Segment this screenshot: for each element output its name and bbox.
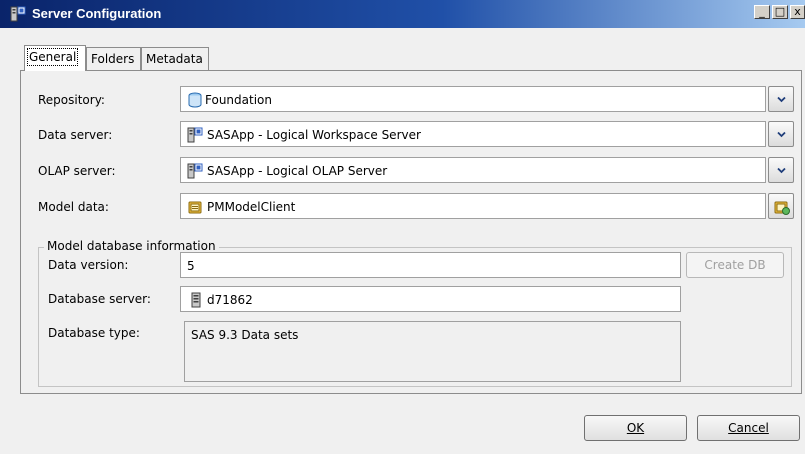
olap-server-dropdown-button[interactable] — [768, 157, 794, 183]
data-server-value: SASApp - Logical Workspace Server — [207, 128, 421, 142]
model-icon — [188, 201, 202, 214]
browse-model-button[interactable] — [768, 193, 794, 219]
chevron-down-icon — [777, 96, 786, 103]
database-type-label: Database type: — [48, 326, 140, 340]
database-server-label: Database server: — [48, 292, 151, 306]
database-server-value: d71862 — [207, 293, 253, 307]
minimize-button[interactable]: _ — [754, 5, 770, 19]
database-icon — [188, 92, 202, 108]
chevron-down-icon — [777, 131, 786, 138]
window-title: Server Configuration — [32, 6, 162, 21]
server-icon — [187, 163, 203, 179]
browse-model-icon — [774, 201, 790, 215]
model-data-label: Model data: — [38, 200, 109, 214]
data-server-dropdown-button[interactable] — [768, 121, 794, 147]
server-icon — [10, 6, 26, 22]
model-data-value: PMModelClient — [207, 200, 296, 214]
repository-dropdown-button[interactable] — [768, 86, 794, 112]
model-database-legend: Model database information — [44, 239, 219, 253]
database-server-field[interactable]: d71862 — [180, 286, 681, 312]
model-data-field[interactable]: PMModelClient — [180, 193, 766, 219]
server-icon — [187, 127, 203, 143]
database-type-display: SAS 9.3 Data sets — [184, 321, 681, 382]
data-server-combo[interactable]: SASApp - Logical Workspace Server — [180, 121, 766, 147]
ok-button[interactable]: OK — [584, 415, 687, 441]
olap-server-value: SASApp - Logical OLAP Server — [207, 164, 388, 178]
tab-folders[interactable]: Folders — [86, 47, 141, 71]
close-button[interactable]: x — [790, 5, 805, 19]
create-db-button[interactable]: Create DB — [686, 252, 784, 278]
tab-general[interactable]: General — [24, 45, 86, 71]
data-version-label: Data version: — [48, 258, 129, 272]
repository-value: Foundation — [205, 93, 272, 107]
data-version-value: 5 — [187, 259, 195, 273]
olap-server-label: OLAP server: — [38, 164, 116, 178]
repository-label: Repository: — [38, 93, 105, 107]
maximize-button[interactable]: □ — [772, 5, 788, 19]
chevron-down-icon — [777, 167, 786, 174]
host-icon — [191, 292, 201, 308]
repository-combo[interactable]: Foundation — [180, 86, 766, 112]
tab-metadata[interactable]: Metadata — [141, 47, 209, 71]
olap-server-combo[interactable]: SASApp - Logical OLAP Server — [180, 157, 766, 183]
title-bar[interactable]: Server Configuration _ □ x — [0, 0, 805, 28]
cancel-button[interactable]: Cancel — [697, 415, 800, 441]
data-server-label: Data server: — [38, 128, 113, 142]
data-version-input[interactable]: 5 — [180, 252, 681, 278]
database-type-value: SAS 9.3 Data sets — [191, 328, 299, 342]
